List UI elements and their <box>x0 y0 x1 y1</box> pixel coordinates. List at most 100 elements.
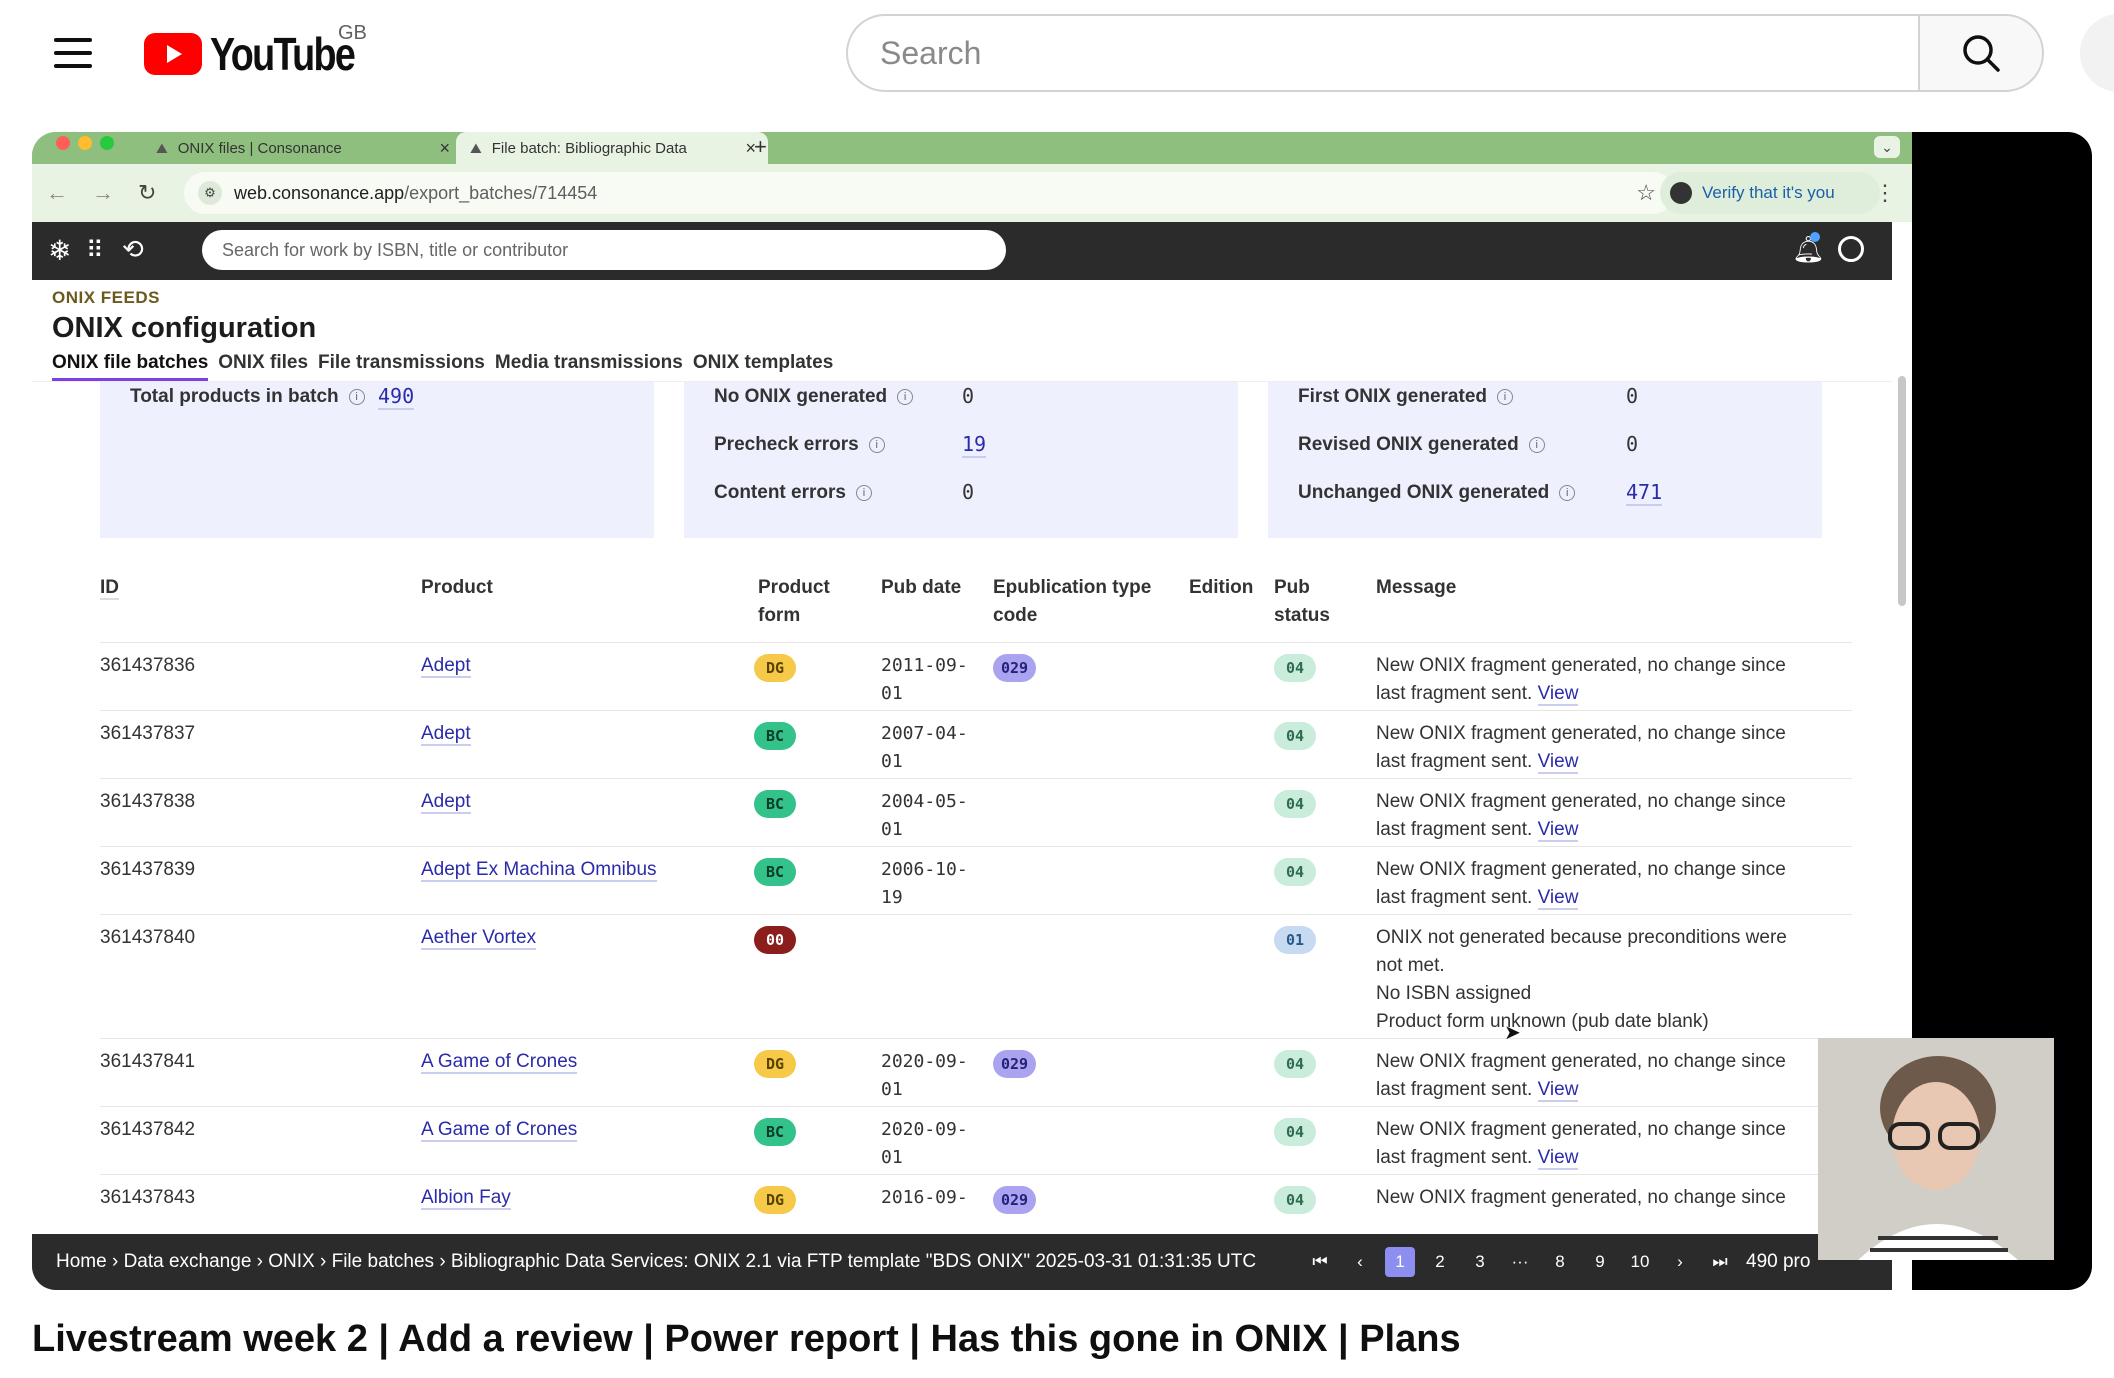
browser-menu-icon[interactable]: ⋮ <box>1874 180 1896 206</box>
row-product[interactable]: Adept <box>421 652 471 680</box>
row-product[interactable]: Albion Fay <box>421 1184 511 1212</box>
info-icon[interactable]: i <box>855 484 872 501</box>
stat-label-no-onix: No ONIX generated i <box>714 386 914 408</box>
stat-value-unchanged[interactable]: 471 <box>1626 480 1663 506</box>
maximize-window-icon[interactable] <box>100 136 114 150</box>
youtube-search-button[interactable] <box>1918 14 2044 92</box>
video-player[interactable]: ⛰ ONIX files | Consonance × ⛰ File batch… <box>32 132 2092 1290</box>
stat-value-precheck[interactable]: 19 <box>962 432 987 458</box>
youtube-header: YouTube GB <box>0 0 2114 108</box>
page-scrollbar[interactable] <box>1898 376 1906 606</box>
breadcrumb-text[interactable]: Home › Data exchange › ONIX › File batch… <box>56 1251 1256 1273</box>
row-pub-status: 04 <box>1274 1186 1316 1214</box>
prev-page-icon[interactable]: ‹ <box>1340 1252 1380 1272</box>
forward-arrow-icon[interactable]: → <box>92 180 114 206</box>
reload-icon[interactable]: ↻ <box>138 180 156 206</box>
next-page-icon[interactable]: › <box>1660 1252 1700 1272</box>
product-link[interactable]: Adept <box>421 655 471 678</box>
info-icon[interactable]: i <box>1497 388 1513 405</box>
view-fragment-link[interactable]: View <box>1537 1147 1579 1170</box>
row-epub-type: 029 <box>993 1050 1037 1078</box>
row-message: New ONIX fragment generated, no change s… <box>1376 859 1786 910</box>
info-icon[interactable]: i <box>348 388 365 405</box>
product-link[interactable]: A Game of Crones <box>421 1119 578 1142</box>
new-tab-icon[interactable]: + <box>754 134 767 160</box>
info-icon[interactable]: i <box>868 436 885 453</box>
row-pub-date: 2004-05- 01 <box>881 791 968 840</box>
minimize-window-icon[interactable] <box>78 136 92 150</box>
row-product[interactable]: A Game of Crones <box>421 1116 578 1144</box>
info-icon[interactable]: i <box>1559 484 1576 501</box>
row-pub-date: 2020-09- 01 <box>881 1119 968 1168</box>
video-title[interactable]: Livestream week 2 | Add a review | Power… <box>32 1318 1461 1361</box>
back-arrow-icon[interactable]: ← <box>46 180 68 206</box>
view-fragment-link[interactable]: View <box>1537 1079 1579 1102</box>
close-window-icon[interactable] <box>56 136 70 150</box>
table-row <box>100 778 1852 779</box>
snowflake-logo-icon[interactable]: ❄ <box>48 234 71 267</box>
product-link[interactable]: Albion Fay <box>421 1187 511 1210</box>
row-product[interactable]: Adept <box>421 788 471 816</box>
browser-tab-file-batch[interactable]: ⛰ File batch: Bibliographic Data × <box>456 132 768 164</box>
browser-tab-bar: ⛰ ONIX files | Consonance × ⛰ File batch… <box>32 132 1912 164</box>
row-product[interactable]: A Game of Crones <box>421 1048 578 1076</box>
tab-media-transmissions[interactable]: Media transmissions <box>495 352 683 381</box>
youtube-logo-text: YouTube <box>210 28 356 80</box>
youtube-search-box <box>846 14 1920 92</box>
stat-value-total[interactable]: 490 <box>378 384 415 410</box>
microphone-icon[interactable] <box>2080 14 2114 92</box>
row-pub-status: 04 <box>1274 1118 1316 1146</box>
page-10[interactable]: 10 <box>1620 1252 1660 1272</box>
view-fragment-link[interactable]: View <box>1537 887 1579 910</box>
row-product[interactable]: Adept <box>421 720 471 748</box>
site-settings-icon[interactable]: ⚙ <box>198 181 222 205</box>
presenter-webcam <box>1818 1038 2054 1260</box>
last-page-icon[interactable]: ⏭︎ <box>1700 1252 1740 1272</box>
tab-onix-file-batches[interactable]: ONIX file batches <box>52 352 209 381</box>
product-link[interactable]: Adept Ex Machina Omnibus <box>421 859 657 882</box>
row-pub-status: 04 <box>1274 858 1316 886</box>
verify-identity-chip[interactable]: Verify that it's you <box>1660 172 1880 214</box>
apps-grid-icon[interactable]: ⠿ <box>86 236 104 265</box>
view-fragment-link[interactable]: View <box>1537 819 1579 842</box>
page-3[interactable]: 3 <box>1460 1252 1500 1272</box>
col-header-id[interactable]: ID <box>100 574 119 602</box>
product-count: 490 pro <box>1746 1251 1811 1272</box>
row-product[interactable]: Adept Ex Machina Omnibus <box>421 856 657 884</box>
tab-close-icon[interactable]: × <box>439 138 450 159</box>
row-product[interactable]: Aether Vortex <box>421 924 537 952</box>
url-field[interactable]: ⚙ web.consonance.app/export_batches/7144… <box>184 172 1674 214</box>
page-2[interactable]: 2 <box>1420 1252 1460 1272</box>
info-icon[interactable]: i <box>897 388 914 405</box>
pagination: ⏮︎ ‹ 1 2 3 ··· 8 9 10 › ⏭︎ <box>1300 1244 1740 1280</box>
first-page-icon[interactable]: ⏮︎ <box>1300 1252 1340 1272</box>
product-link[interactable]: A Game of Crones <box>421 1051 578 1074</box>
page-1[interactable]: 1 <box>1385 1247 1415 1277</box>
menu-icon[interactable] <box>54 38 92 68</box>
work-search-input[interactable] <box>222 239 1006 261</box>
notifications-bell-icon[interactable]: 🔔︎ <box>1792 234 1825 265</box>
product-link[interactable]: Adept <box>421 791 471 814</box>
user-account-icon[interactable] <box>1838 236 1864 262</box>
bookmark-star-icon[interactable]: ☆ <box>1636 180 1656 206</box>
tab-file-transmissions[interactable]: File transmissions <box>318 352 485 381</box>
product-link[interactable]: Adept <box>421 723 471 746</box>
epub-type-badge: 029 <box>993 654 1037 682</box>
tab-list-chevron-icon[interactable]: ⌄ <box>1874 136 1900 158</box>
row-id: 361437839 <box>100 859 196 880</box>
view-fragment-link[interactable]: View <box>1537 751 1579 774</box>
browser-tab-onix-files[interactable]: ⛰ ONIX files | Consonance × <box>142 132 462 164</box>
info-icon[interactable]: i <box>1528 436 1545 453</box>
history-icon[interactable]: ⟲ <box>122 234 144 265</box>
page-9[interactable]: 9 <box>1580 1252 1620 1272</box>
view-fragment-link[interactable]: View <box>1537 683 1579 706</box>
row-pub-date: 2007-04- 01 <box>881 723 968 772</box>
tab-onix-files[interactable]: ONIX files <box>218 352 308 381</box>
youtube-search-input[interactable] <box>880 34 1920 72</box>
table-row <box>100 1106 1852 1107</box>
page-8[interactable]: 8 <box>1540 1252 1580 1272</box>
row-product-form: BC <box>754 1118 796 1146</box>
profile-avatar <box>1670 182 1692 204</box>
tab-onix-templates[interactable]: ONIX templates <box>693 352 833 381</box>
product-link[interactable]: Aether Vortex <box>421 927 537 950</box>
